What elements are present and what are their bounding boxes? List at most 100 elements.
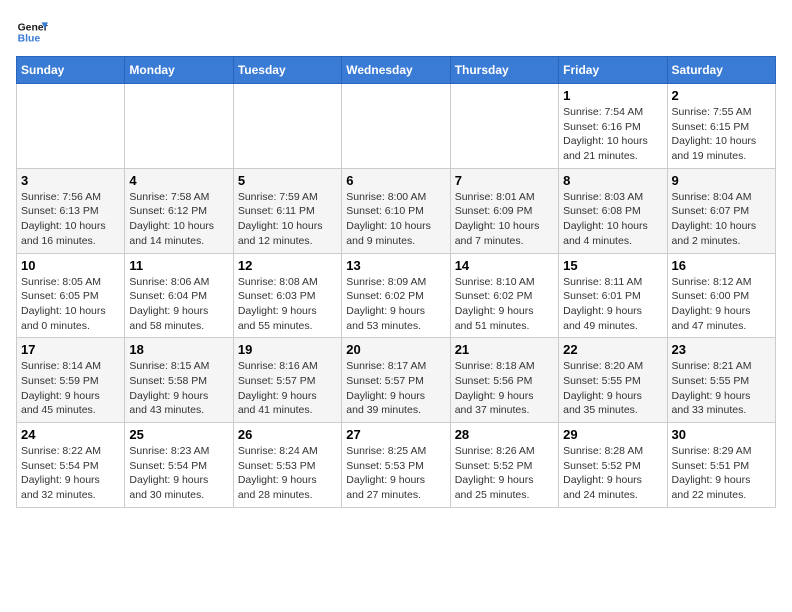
day-number: 26 [238, 427, 337, 442]
day-number: 9 [672, 173, 771, 188]
week-row-0: 1 Sunrise: 7:54 AM Sunset: 6:16 PM Daylig… [17, 84, 776, 169]
day-cell: 5 Sunrise: 7:59 AM Sunset: 6:11 PM Daylig… [233, 168, 341, 253]
day-info: Sunrise: 7:54 AM Sunset: 6:16 PM Dayligh… [563, 105, 662, 164]
day-info: Sunrise: 7:55 AM Sunset: 6:15 PM Dayligh… [672, 105, 771, 164]
day-cell: 9 Sunrise: 8:04 AM Sunset: 6:07 PM Daylig… [667, 168, 775, 253]
logo-icon: General Blue [16, 16, 48, 48]
day-info: Sunrise: 8:21 AM Sunset: 5:55 PM Dayligh… [672, 359, 771, 418]
day-info: Sunrise: 8:16 AM Sunset: 5:57 PM Dayligh… [238, 359, 337, 418]
day-info: Sunrise: 8:04 AM Sunset: 6:07 PM Dayligh… [672, 190, 771, 249]
day-info: Sunrise: 8:05 AM Sunset: 6:05 PM Dayligh… [21, 275, 120, 334]
day-cell: 17Sunrise: 8:14 AM Sunset: 5:59 PM Dayli… [17, 338, 125, 423]
day-info: Sunrise: 8:01 AM Sunset: 6:09 PM Dayligh… [455, 190, 554, 249]
day-number: 10 [21, 258, 120, 273]
day-cell: 15 Sunrise: 8:11 AM Sunset: 6:01 PM Dayli… [559, 253, 667, 338]
day-cell: 19 Sunrise: 8:16 AM Sunset: 5:57 PM Dayli… [233, 338, 341, 423]
day-info: Sunrise: 8:18 AM Sunset: 5:56 PM Dayligh… [455, 359, 554, 418]
day-info: Sunrise: 8:17 AM Sunset: 5:57 PM Dayligh… [346, 359, 445, 418]
week-row-2: 10 Sunrise: 8:05 AM Sunset: 6:05 PM Dayli… [17, 253, 776, 338]
day-cell: 20 Sunrise: 8:17 AM Sunset: 5:57 PM Dayli… [342, 338, 450, 423]
day-number: 1 [563, 88, 662, 103]
day-cell: 14Sunrise: 8:10 AM Sunset: 6:02 PM Dayli… [450, 253, 558, 338]
week-row-4: 24 Sunrise: 8:22 AM Sunset: 5:54 PM Dayli… [17, 423, 776, 508]
day-info: Sunrise: 8:26 AM Sunset: 5:52 PM Dayligh… [455, 444, 554, 503]
day-info: Sunrise: 8:08 AM Sunset: 6:03 PM Dayligh… [238, 275, 337, 334]
day-info: Sunrise: 8:11 AM Sunset: 6:01 PM Dayligh… [563, 275, 662, 334]
day-number: 22 [563, 342, 662, 357]
day-cell: 1 Sunrise: 7:54 AM Sunset: 6:16 PM Daylig… [559, 84, 667, 169]
day-number: 27 [346, 427, 445, 442]
day-cell: 8Sunrise: 8:03 AM Sunset: 6:08 PM Daylig… [559, 168, 667, 253]
day-info: Sunrise: 8:29 AM Sunset: 5:51 PM Dayligh… [672, 444, 771, 503]
day-number: 23 [672, 342, 771, 357]
day-number: 7 [455, 173, 554, 188]
page-header: General Blue [16, 16, 776, 48]
header-thursday: Thursday [450, 57, 558, 84]
day-number: 19 [238, 342, 337, 357]
day-info: Sunrise: 8:25 AM Sunset: 5:53 PM Dayligh… [346, 444, 445, 503]
day-number: 20 [346, 342, 445, 357]
day-cell [17, 84, 125, 169]
day-cell: 6 Sunrise: 8:00 AM Sunset: 6:10 PM Daylig… [342, 168, 450, 253]
day-number: 13 [346, 258, 445, 273]
week-row-3: 17Sunrise: 8:14 AM Sunset: 5:59 PM Dayli… [17, 338, 776, 423]
day-cell: 11Sunrise: 8:06 AM Sunset: 6:04 PM Dayli… [125, 253, 233, 338]
day-cell: 2Sunrise: 7:55 AM Sunset: 6:15 PM Daylig… [667, 84, 775, 169]
day-info: Sunrise: 8:20 AM Sunset: 5:55 PM Dayligh… [563, 359, 662, 418]
calendar-table: SundayMondayTuesdayWednesdayThursdayFrid… [16, 56, 776, 508]
logo: General Blue [16, 16, 48, 48]
day-number: 5 [238, 173, 337, 188]
day-cell: 28 Sunrise: 8:26 AM Sunset: 5:52 PM Dayli… [450, 423, 558, 508]
day-cell: 24 Sunrise: 8:22 AM Sunset: 5:54 PM Dayli… [17, 423, 125, 508]
day-cell [450, 84, 558, 169]
day-number: 14 [455, 258, 554, 273]
day-cell: 27 Sunrise: 8:25 AM Sunset: 5:53 PM Dayli… [342, 423, 450, 508]
day-info: Sunrise: 8:28 AM Sunset: 5:52 PM Dayligh… [563, 444, 662, 503]
day-number: 24 [21, 427, 120, 442]
header-wednesday: Wednesday [342, 57, 450, 84]
day-cell: 12 Sunrise: 8:08 AM Sunset: 6:03 PM Dayli… [233, 253, 341, 338]
day-cell [125, 84, 233, 169]
day-number: 21 [455, 342, 554, 357]
day-cell: 3 Sunrise: 7:56 AM Sunset: 6:13 PM Daylig… [17, 168, 125, 253]
day-info: Sunrise: 8:23 AM Sunset: 5:54 PM Dayligh… [129, 444, 228, 503]
header-sunday: Sunday [17, 57, 125, 84]
day-info: Sunrise: 7:56 AM Sunset: 6:13 PM Dayligh… [21, 190, 120, 249]
calendar-header: SundayMondayTuesdayWednesdayThursdayFrid… [17, 57, 776, 84]
day-info: Sunrise: 7:58 AM Sunset: 6:12 PM Dayligh… [129, 190, 228, 249]
day-number: 3 [21, 173, 120, 188]
day-cell: 21 Sunrise: 8:18 AM Sunset: 5:56 PM Dayli… [450, 338, 558, 423]
day-info: Sunrise: 7:59 AM Sunset: 6:11 PM Dayligh… [238, 190, 337, 249]
day-cell: 16Sunrise: 8:12 AM Sunset: 6:00 PM Dayli… [667, 253, 775, 338]
day-number: 17 [21, 342, 120, 357]
day-info: Sunrise: 8:00 AM Sunset: 6:10 PM Dayligh… [346, 190, 445, 249]
week-row-1: 3 Sunrise: 7:56 AM Sunset: 6:13 PM Daylig… [17, 168, 776, 253]
day-cell: 23 Sunrise: 8:21 AM Sunset: 5:55 PM Dayli… [667, 338, 775, 423]
day-number: 15 [563, 258, 662, 273]
day-number: 11 [129, 258, 228, 273]
day-number: 6 [346, 173, 445, 188]
day-cell: 30 Sunrise: 8:29 AM Sunset: 5:51 PM Dayli… [667, 423, 775, 508]
header-monday: Monday [125, 57, 233, 84]
day-number: 12 [238, 258, 337, 273]
day-info: Sunrise: 8:15 AM Sunset: 5:58 PM Dayligh… [129, 359, 228, 418]
day-info: Sunrise: 8:12 AM Sunset: 6:00 PM Dayligh… [672, 275, 771, 334]
day-info: Sunrise: 8:09 AM Sunset: 6:02 PM Dayligh… [346, 275, 445, 334]
day-cell: 4 Sunrise: 7:58 AM Sunset: 6:12 PM Daylig… [125, 168, 233, 253]
day-cell: 13 Sunrise: 8:09 AM Sunset: 6:02 PM Dayli… [342, 253, 450, 338]
day-info: Sunrise: 8:22 AM Sunset: 5:54 PM Dayligh… [21, 444, 120, 503]
day-number: 29 [563, 427, 662, 442]
calendar-body: 1 Sunrise: 7:54 AM Sunset: 6:16 PM Daylig… [17, 84, 776, 508]
day-number: 4 [129, 173, 228, 188]
day-cell: 7 Sunrise: 8:01 AM Sunset: 6:09 PM Daylig… [450, 168, 558, 253]
day-cell: 26 Sunrise: 8:24 AM Sunset: 5:53 PM Dayli… [233, 423, 341, 508]
day-cell: 18Sunrise: 8:15 AM Sunset: 5:58 PM Dayli… [125, 338, 233, 423]
day-cell: 10 Sunrise: 8:05 AM Sunset: 6:05 PM Dayli… [17, 253, 125, 338]
header-saturday: Saturday [667, 57, 775, 84]
day-cell: 25Sunrise: 8:23 AM Sunset: 5:54 PM Dayli… [125, 423, 233, 508]
header-friday: Friday [559, 57, 667, 84]
day-number: 28 [455, 427, 554, 442]
day-number: 8 [563, 173, 662, 188]
day-number: 30 [672, 427, 771, 442]
day-info: Sunrise: 8:24 AM Sunset: 5:53 PM Dayligh… [238, 444, 337, 503]
